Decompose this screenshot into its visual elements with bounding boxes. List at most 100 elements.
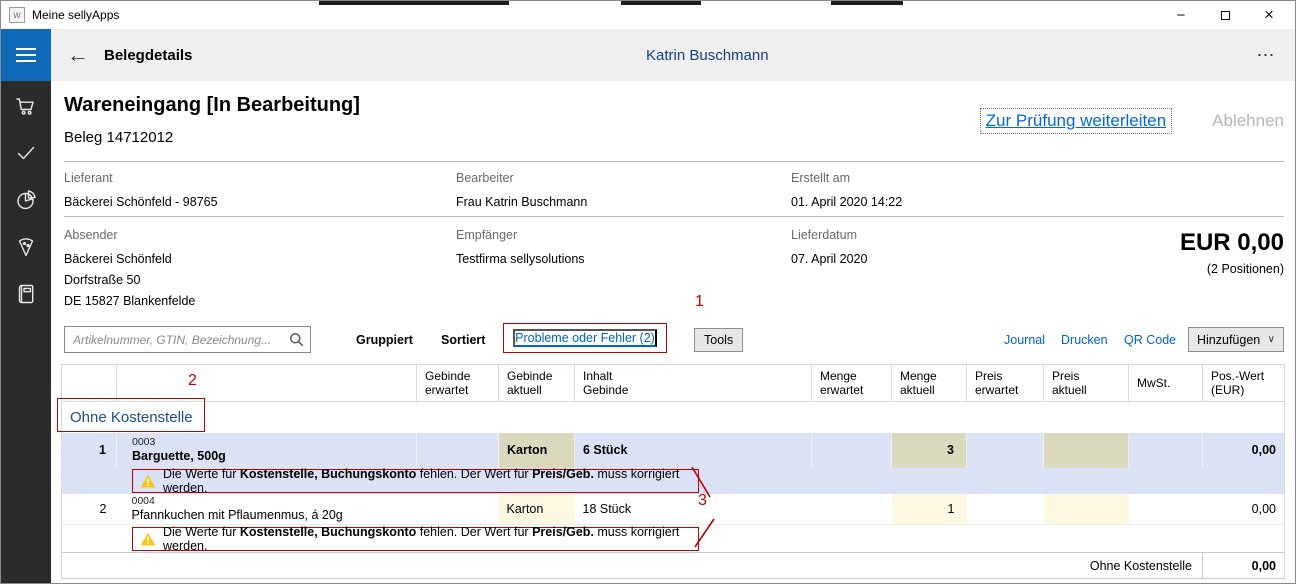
sidebar-item-food[interactable] (1, 235, 51, 259)
table-row[interactable]: 2 0004 Pfannkuchen mit Pflaumenmus, á 20… (62, 494, 1285, 525)
row-number: 2 (62, 494, 117, 525)
warning-text: Die Werte für Kostenstelle, Buchungskont… (163, 525, 691, 553)
menge-aktuell-cell[interactable]: 3 (892, 433, 967, 468)
screen-edge-artifact (319, 1, 509, 5)
titlebar: w Meine sellyApps − × (1, 1, 1295, 29)
journal-link[interactable]: Journal (1004, 333, 1045, 347)
reject-button[interactable]: Ablehnen (1212, 111, 1284, 131)
chevron-down-icon: ∨ (1268, 334, 1275, 345)
col-gebinde-aktuell: Gebinde aktuell (499, 365, 575, 402)
total-amount: EUR 0,00 (1180, 229, 1284, 257)
article-name: Pfannkuchen mit Pflaumenmus, á 20g (132, 507, 417, 523)
annotation-box-3a: Die Werte für Kostenstelle, Buchungskont… (132, 469, 699, 493)
maximize-icon (1221, 11, 1230, 20)
qr-code-link[interactable]: QR Code (1124, 333, 1176, 347)
table-footer-row: Ohne Kostenstelle 0,00 (62, 553, 1285, 579)
field-lieferant: Lieferant Bäckerei Schönfeld - 98765 (64, 171, 218, 213)
more-options-button[interactable]: ⋯ (1251, 29, 1281, 81)
sidebar-item-journal[interactable] (1, 282, 51, 306)
col-inhalt-gebinde: Inhalt Gebinde (575, 365, 812, 402)
pie-chart-icon (14, 188, 38, 212)
mwst-cell (1129, 433, 1203, 468)
close-button[interactable]: × (1247, 1, 1291, 29)
inhalt-gebinde-cell: 18 Stück (575, 494, 812, 525)
grouped-toggle[interactable]: Gruppiert (356, 333, 413, 347)
annotation-number-1: 1 (695, 293, 704, 311)
article-number: 0003 (132, 436, 416, 448)
document-title: Wareneingang [In Bearbeitung] (64, 94, 360, 117)
back-button[interactable]: ← (59, 29, 97, 81)
window-title: Meine sellyApps (32, 1, 119, 29)
minimize-icon: − (1177, 7, 1186, 24)
search-icon[interactable] (289, 332, 304, 347)
positions-table: Gebinde erwartet Gebinde aktuell Inhalt … (61, 364, 1285, 579)
appbar: ← Belegdetails Katrin Buschmann ⋯ (1, 29, 1295, 81)
sidebar-item-reports[interactable] (1, 188, 51, 212)
gebinde-aktuell-cell[interactable]: Karton (499, 433, 575, 468)
main-content: Wareneingang [In Bearbeitung] Beleg 1471… (51, 81, 1296, 584)
annotation-box-1: Probleme oder Fehler (2) (503, 323, 667, 353)
col-menge-erwartet: Menge erwartet (812, 365, 892, 402)
sorted-toggle[interactable]: Sortiert (441, 333, 485, 347)
col-preis-aktuell: Preis aktuell (1044, 365, 1129, 402)
hamburger-icon (16, 48, 36, 50)
preis-aktuell-cell[interactable] (1044, 494, 1129, 525)
field-lieferdatum: Lieferdatum 07. April 2020 (791, 228, 867, 270)
inhalt-gebinde-cell: 6 Stück (575, 433, 812, 468)
app-logo-icon: w (9, 7, 25, 23)
preis-aktuell-cell[interactable] (1044, 433, 1129, 468)
pizza-slice-icon (14, 235, 38, 259)
col-pos-wert: Pos.-Wert (EUR) (1203, 365, 1285, 402)
page-title: Belegdetails (104, 29, 192, 81)
mwst-cell (1129, 494, 1203, 525)
cart-icon (14, 94, 38, 118)
book-icon (14, 282, 38, 306)
pos-wert-cell: 0,00 (1203, 433, 1285, 468)
maximize-button[interactable] (1203, 1, 1247, 29)
tools-button[interactable]: Tools (694, 328, 743, 352)
current-user-label[interactable]: Katrin Buschmann (646, 29, 769, 81)
print-link[interactable]: Drucken (1061, 333, 1108, 347)
menge-aktuell-cell[interactable]: 1 (892, 494, 967, 525)
add-dropdown-button[interactable]: Hinzufügen ∨ (1188, 327, 1284, 352)
sidebar-item-cart[interactable] (1, 94, 51, 118)
field-bearbeiter: Bearbeiter Frau Katrin Buschmann (456, 171, 587, 213)
field-absender: Absender Bäckerei Schönfeld Dorfstraße 5… (64, 228, 195, 312)
checkmark-icon (14, 141, 38, 165)
search-input[interactable] (64, 326, 311, 353)
warning-icon (140, 474, 156, 488)
sidebar-item-tasks[interactable] (1, 141, 51, 165)
table-header-row: Gebinde erwartet Gebinde aktuell Inhalt … (62, 365, 1285, 402)
divider (64, 216, 1284, 217)
row-number: 1 (62, 433, 117, 468)
document-total: EUR 0,00 (2 Positionen) (1180, 229, 1284, 276)
article-name: Barguette, 500g (132, 448, 416, 464)
document-actions: Zur Prüfung weiterleiten Ablehnen (980, 108, 1284, 134)
app-window: w Meine sellyApps − × ← Belegdetails Kat… (0, 0, 1296, 584)
table-row[interactable]: 1 0003 Barguette, 500g Karton 6 Stück 3 … (62, 433, 1285, 468)
article-cell: 0003 Barguette, 500g (117, 433, 417, 468)
warning-icon (140, 532, 156, 546)
warning-row: Die Werte für Kostenstelle, Buchungskont… (62, 468, 1285, 494)
gebinde-erwartet-cell (417, 494, 499, 525)
gebinde-aktuell-cell[interactable]: Karton (499, 494, 575, 525)
col-row-number (62, 365, 117, 402)
article-cell: 0004 Pfannkuchen mit Pflaumenmus, á 20g (117, 494, 417, 525)
minimize-button[interactable]: − (1159, 1, 1203, 29)
hamburger-menu-button[interactable] (1, 29, 51, 81)
col-mwst: MwSt. (1129, 365, 1203, 402)
annotation-box-3b: Die Werte für Kostenstelle, Buchungskont… (132, 527, 699, 551)
problems-errors-link[interactable]: Probleme oder Fehler (2) (513, 329, 657, 347)
screen-edge-artifact (831, 1, 903, 5)
group-header-row: Ohne Kostenstelle (62, 402, 1285, 433)
col-article (117, 365, 417, 402)
forward-for-review-link[interactable]: Zur Prüfung weiterleiten (980, 108, 1172, 134)
gebinde-erwartet-cell (417, 433, 499, 468)
warning-row: Die Werte für Kostenstelle, Buchungskont… (62, 525, 1285, 553)
group-label[interactable]: Ohne Kostenstelle (62, 402, 1285, 433)
field-empfaenger: Empfänger Testfirma sellysolutions (456, 228, 585, 270)
warning-text: Die Werte für Kostenstelle, Buchungskont… (163, 467, 691, 495)
article-search (64, 326, 311, 353)
col-menge-aktuell: Menge aktuell (892, 365, 967, 402)
preis-erwartet-cell (967, 494, 1044, 525)
